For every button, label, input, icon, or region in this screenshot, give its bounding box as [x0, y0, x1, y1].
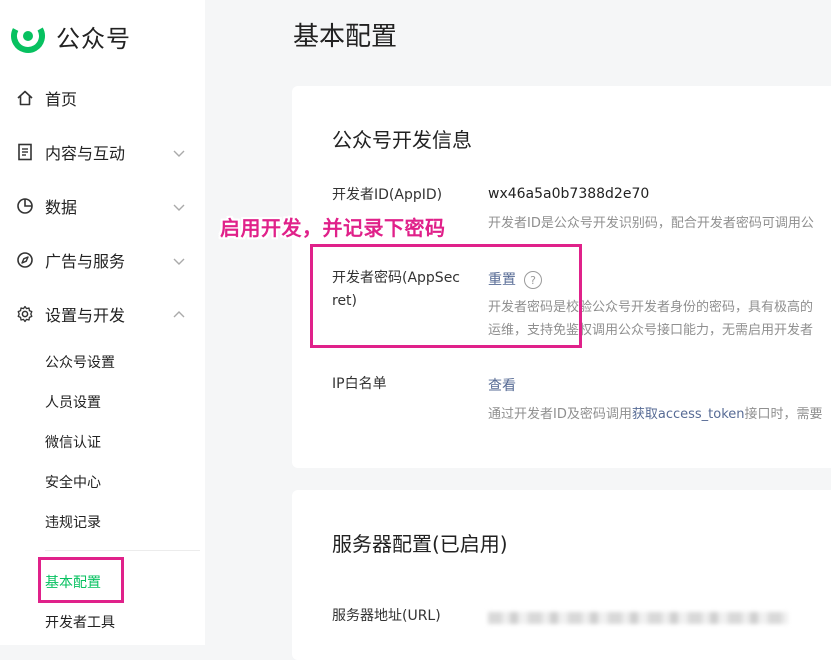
- sidebar-subitem-staff-settings[interactable]: 人员设置: [45, 392, 101, 412]
- server-url-label: 服务器地址(URL): [332, 608, 441, 624]
- sidebar-item-label: 首页: [45, 90, 78, 109]
- chevron-up-icon: [173, 311, 185, 318]
- sidebar-subitem-violation-records[interactable]: 违规记录: [45, 512, 101, 532]
- ip-desc-text-pre: 通过开发者ID及密码调用: [488, 407, 632, 422]
- highlight-box-appsecret: [310, 244, 582, 348]
- dev-info-title: 公众号开发信息: [332, 128, 472, 152]
- server-url-blurred-value: [488, 612, 788, 624]
- pie-chart-icon: [16, 197, 34, 215]
- highlight-box-basic-config: [38, 557, 124, 603]
- sidebar-subitem-developer-tools[interactable]: 开发者工具: [45, 612, 115, 632]
- appid-description: 开发者ID是公众号开发识别码，配合开发者密码可调用公: [488, 216, 814, 231]
- appid-label: 开发者ID(AppID): [332, 187, 443, 203]
- view-ip-whitelist-link[interactable]: 查看: [488, 378, 516, 394]
- sidebar-item-data[interactable]: 数据: [16, 191, 186, 221]
- server-config-card: 服务器配置(已启用) 服务器地址(URL): [292, 490, 831, 660]
- sidebar-item-ads-services[interactable]: 广告与服务: [16, 245, 186, 275]
- sidebar-subitem-wechat-verification[interactable]: 微信认证: [45, 432, 101, 452]
- server-config-title: 服务器配置(已启用): [332, 532, 508, 556]
- sidebar-item-content[interactable]: 内容与互动: [16, 137, 186, 167]
- sidebar-item-home[interactable]: 首页: [16, 83, 186, 113]
- page-title: 基本配置: [293, 22, 398, 52]
- ip-whitelist-view: 查看: [488, 375, 516, 395]
- document-icon: [16, 143, 34, 161]
- sidebar-subitem-security-center[interactable]: 安全中心: [45, 472, 101, 492]
- sidebar: 公众号 首页 内容与互动 数据 广告与服务 设置与开发 公众号设置 人员设置 微…: [0, 0, 205, 645]
- app-logo[interactable]: 公众号: [10, 18, 131, 54]
- chevron-down-icon: [173, 204, 185, 211]
- sidebar-item-settings-dev[interactable]: 设置与开发: [16, 299, 186, 329]
- home-icon: [16, 89, 34, 107]
- compass-icon: [16, 251, 34, 269]
- sidebar-subitem-account-settings[interactable]: 公众号设置: [45, 352, 115, 372]
- sidebar-item-label: 内容与互动: [45, 144, 126, 163]
- chevron-down-icon: [173, 258, 185, 265]
- sidebar-item-label: 设置与开发: [45, 306, 126, 325]
- annotation-text: 启用开发，并记录下密码: [220, 216, 446, 240]
- sidebar-item-label: 广告与服务: [45, 252, 126, 271]
- sidebar-item-label: 数据: [45, 198, 78, 217]
- app-name: 公众号: [56, 24, 131, 53]
- ip-whitelist-description: 通过开发者ID及密码调用获取access_token接口时，需要: [488, 404, 823, 426]
- gear-icon: [16, 305, 34, 323]
- chevron-down-icon: [173, 150, 185, 157]
- sidebar-divider: [45, 550, 200, 551]
- ip-whitelist-label: IP白名单: [332, 376, 387, 392]
- appid-value[interactable]: wx46a5a0b7388d2e70: [488, 186, 649, 202]
- access-token-link[interactable]: 获取access_token: [632, 407, 745, 422]
- wechat-official-logo-icon: [11, 19, 45, 53]
- ip-desc-text-post: 接口时，需要: [744, 407, 823, 422]
